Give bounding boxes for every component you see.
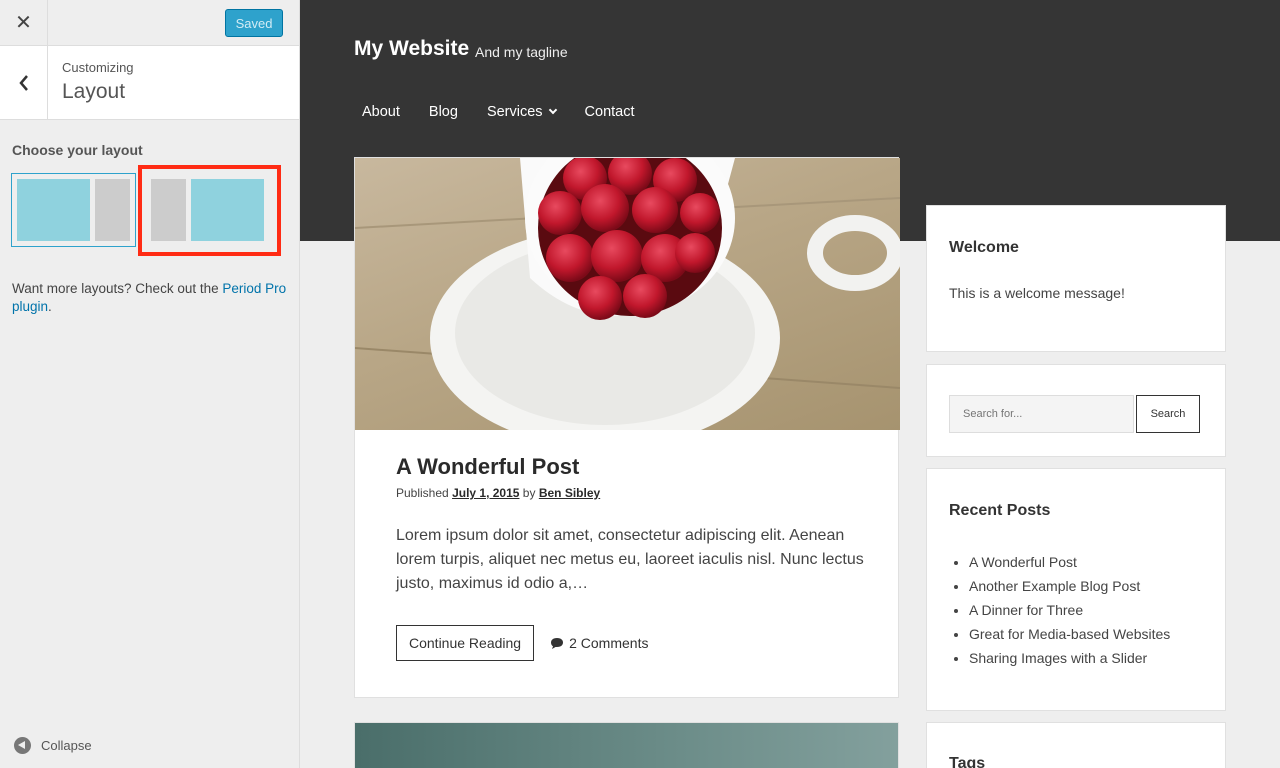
- tags-title: Tags: [949, 755, 986, 768]
- nav-label: About: [362, 104, 400, 120]
- layout-content-block: [17, 179, 90, 241]
- customizer-header: ✕ Saved: [0, 0, 299, 46]
- close-icon[interactable]: ✕: [0, 0, 48, 45]
- post-title[interactable]: A Wonderful Post: [396, 454, 866, 480]
- by-label: by: [522, 486, 536, 500]
- recent-post-link[interactable]: A Dinner for Three: [969, 598, 1203, 622]
- tags-widget: Tags: [926, 722, 1226, 768]
- recent-posts-list: A Wonderful Post Another Example Blog Po…: [949, 550, 1203, 670]
- welcome-text: This is a welcome message!: [949, 285, 1125, 301]
- layout-sidebar-block: [95, 179, 130, 241]
- next-post-image[interactable]: [354, 722, 899, 768]
- featured-image[interactable]: [355, 158, 900, 430]
- nav-item-services[interactable]: Services: [486, 104, 557, 120]
- layout-sidebar-block: [151, 179, 186, 241]
- layout-option-left-sidebar[interactable]: [145, 173, 270, 247]
- section-header: Customizing Layout: [0, 46, 299, 120]
- site-tagline: And my tagline: [475, 44, 568, 60]
- search-input[interactable]: [949, 395, 1134, 433]
- recent-posts-widget: Recent Posts A Wonderful Post Another Ex…: [926, 468, 1226, 711]
- choose-layout-label: Choose your layout: [12, 142, 143, 158]
- recent-post-link[interactable]: Great for Media-based Websites: [969, 622, 1203, 646]
- post-meta: Published July 1, 2015 by Ben Sibley: [396, 486, 866, 500]
- nav-label: Contact: [584, 104, 635, 120]
- customizer-panel: ✕ Saved Customizing Layout Choose your l…: [0, 0, 300, 768]
- search-widget: Search: [926, 364, 1226, 457]
- comments-count: 2 Comments: [569, 635, 649, 651]
- site-title[interactable]: My Website: [354, 37, 469, 61]
- nav-item-about[interactable]: About: [362, 104, 400, 120]
- search-button[interactable]: Search: [1136, 395, 1200, 433]
- more-layouts-suffix: .: [48, 299, 52, 314]
- collapse-icon: [14, 737, 31, 754]
- published-label: Published: [396, 486, 449, 500]
- post-footer: Continue Reading 2 Comments: [396, 625, 648, 661]
- recent-post-link[interactable]: Sharing Images with a Slider: [969, 646, 1203, 670]
- welcome-title: Welcome: [949, 239, 1019, 256]
- recent-posts-title: Recent Posts: [949, 502, 1051, 519]
- nav-label: Blog: [428, 104, 458, 120]
- post-date-link[interactable]: July 1, 2015: [452, 486, 519, 500]
- chevron-down-icon: [548, 105, 557, 115]
- post-excerpt: Lorem ipsum dolor sit amet, consectetur …: [396, 527, 864, 592]
- comments-link[interactable]: 2 Comments: [550, 635, 648, 651]
- continue-reading-button[interactable]: Continue Reading: [396, 625, 535, 661]
- layout-option-right-sidebar[interactable]: [11, 173, 136, 247]
- collapse-button[interactable]: Collapse: [14, 737, 92, 754]
- saved-button[interactable]: Saved: [225, 9, 283, 37]
- collapse-label: Collapse: [41, 738, 92, 753]
- recent-post-link[interactable]: A Wonderful Post: [969, 550, 1203, 574]
- recent-post-link[interactable]: Another Example Blog Post: [969, 574, 1203, 598]
- back-icon[interactable]: [0, 46, 48, 119]
- more-layouts-prefix: Want more layouts? Check out the: [12, 281, 223, 296]
- nav-item-blog[interactable]: Blog: [429, 104, 458, 120]
- post-body: A Wonderful Post Published July 1, 2015 …: [396, 454, 866, 596]
- primary-nav: About Blog Services Contact: [362, 104, 664, 120]
- comment-icon: [551, 638, 564, 649]
- nav-label: Services: [486, 104, 543, 120]
- layout-content-block: [191, 179, 264, 241]
- welcome-widget: Welcome This is a welcome message!: [926, 205, 1226, 352]
- more-layouts-text: Want more layouts? Check out the Period …: [12, 280, 292, 316]
- site-preview: My Website And my tagline About Blog Ser…: [300, 0, 1280, 768]
- nav-item-contact[interactable]: Contact: [585, 104, 635, 120]
- author-link[interactable]: Ben Sibley: [539, 486, 600, 500]
- section-title: Layout: [62, 80, 126, 103]
- post-card: A Wonderful Post Published July 1, 2015 …: [354, 157, 900, 698]
- breadcrumb: Customizing: [62, 60, 134, 75]
